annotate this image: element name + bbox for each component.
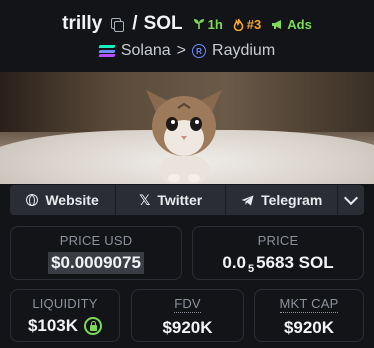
solana-icon [98, 45, 116, 57]
fdv-value: $920K [162, 318, 213, 337]
title-row: trilly / SOL 1h #3 Ads [0, 12, 374, 36]
website-button[interactable]: Website [10, 185, 117, 215]
ads-label: Ads [287, 16, 312, 32]
age-badge: 1h [193, 17, 223, 32]
price-native-card: PRICE 0.0 5 5683 SOL [192, 226, 364, 280]
copy-icon[interactable] [110, 17, 125, 32]
fdv-card: FDV $920K [131, 289, 244, 342]
rank-value: #3 [246, 16, 262, 32]
price-usd-label: PRICE USD [59, 233, 133, 248]
telegram-label: Telegram [261, 192, 323, 208]
market-cap-card: MKT CAP $920K [254, 289, 364, 342]
token-banner-image [0, 72, 374, 184]
market-cap-value: $920K [283, 318, 335, 337]
more-socials-button[interactable] [338, 185, 364, 215]
chevron-down-icon [344, 190, 359, 206]
fdv-label[interactable]: FDV [174, 296, 201, 313]
chain-name[interactable]: Solana [121, 42, 171, 60]
dex-name[interactable]: Raydium [212, 42, 275, 60]
seedling-icon [193, 19, 204, 29]
telegram-icon [241, 195, 254, 205]
trending-rank-badge[interactable]: #3 [233, 17, 261, 32]
price-usd-value: $0.0009075 [48, 252, 144, 274]
quote-token: SOL [143, 13, 183, 34]
pair-separator: / [132, 13, 138, 34]
liquidity-row: $103K [27, 316, 103, 336]
age-value: 1h [207, 16, 223, 32]
ads-badge[interactable]: Ads [271, 17, 312, 32]
megaphone-icon [272, 19, 282, 29]
globe-icon [26, 194, 39, 206]
website-label: Website [45, 192, 99, 208]
market-cap-label[interactable]: MKT CAP [279, 296, 339, 313]
price-native-zero-count: 5 [248, 263, 255, 275]
kitten-image [146, 90, 222, 184]
twitter-button[interactable]: 𝕏 Twitter [116, 185, 227, 215]
breadcrumb-separator: > [176, 42, 187, 59]
x-icon: 𝕏 [139, 191, 151, 208]
price-native-value: 0.0 5 5683 SOL [222, 253, 333, 275]
twitter-label: Twitter [157, 192, 203, 208]
fire-icon [233, 18, 244, 31]
raydium-icon: R [192, 44, 207, 58]
chain-breadcrumb: Solana > R Raydium [0, 41, 374, 61]
telegram-button[interactable]: Telegram [226, 185, 339, 215]
lock-icon[interactable] [84, 317, 103, 335]
price-usd-card: PRICE USD $0.0009075 [10, 226, 182, 280]
token-name: trilly [62, 13, 103, 34]
liquidity-card: LIQUIDITY $103K [10, 289, 120, 342]
price-native-label: PRICE [257, 233, 299, 248]
liquidity-value: $103K [27, 316, 79, 335]
price-native-prefix: 0.0 [222, 253, 246, 272]
liquidity-label: LIQUIDITY [32, 296, 98, 311]
price-native-rest: 5683 SOL [256, 253, 334, 272]
social-links-bar: Website 𝕏 Twitter Telegram [10, 185, 364, 215]
token-header: trilly / SOL 1h #3 Ads Solana > R Raydiu… [0, 0, 374, 72]
